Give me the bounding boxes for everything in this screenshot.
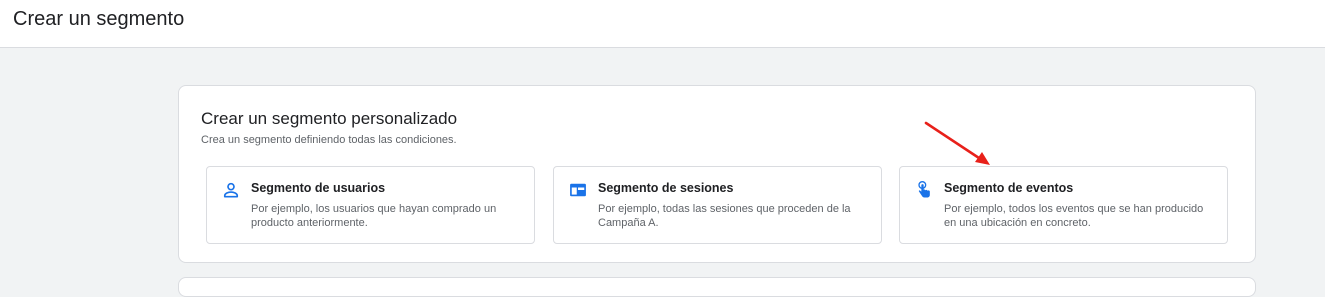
option-title: Segmento de eventos [944,181,1074,195]
touch-hand-icon [914,180,934,200]
option-title: Segmento de sesiones [598,181,734,195]
event-segment-option[interactable]: Segmento de eventos Por ejemplo, todos l… [899,166,1228,244]
user-segment-option[interactable]: Segmento de usuarios Por ejemplo, los us… [206,166,535,244]
session-segment-option[interactable]: Segmento de sesiones Por ejemplo, todas … [553,166,882,244]
option-title: Segmento de usuarios [251,181,386,195]
browser-window-icon [568,180,588,200]
option-description: Por ejemplo, todas las sesiones que proc… [598,203,851,229]
person-icon [221,180,241,200]
card-subtitle: Crea un segmento definiendo todas las co… [201,134,457,146]
card-title: Crear un segmento personalizado [201,109,458,128]
option-description: Por ejemplo, los usuarios que hayan comp… [251,203,497,229]
red-arrow-annotation [924,121,990,165]
page-header: Crear un segmento [0,0,1325,48]
custom-segment-card: Crear un segmento personalizado Crea un … [178,85,1256,263]
page-title: Crear un segmento [13,8,185,30]
next-section-card [178,277,1256,297]
option-description: Por ejemplo, todos los eventos que se ha… [944,203,1204,229]
